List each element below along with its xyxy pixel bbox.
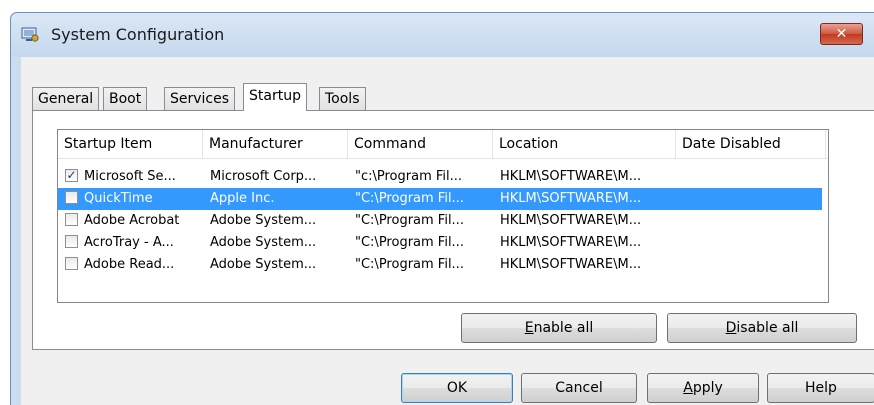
- column-header-location[interactable]: Location: [493, 130, 676, 158]
- apply-button[interactable]: Apply: [647, 373, 759, 403]
- tab-services[interactable]: Services: [164, 87, 236, 110]
- list-item[interactable]: Adobe Read... Adobe System... "C:\Progra…: [58, 254, 822, 276]
- close-button[interactable]: ✕: [820, 23, 863, 45]
- manufacturer-cell: Adobe System...: [210, 213, 317, 228]
- ok-button[interactable]: OK: [401, 373, 513, 403]
- system-configuration-icon: [21, 27, 39, 42]
- column-header-command[interactable]: Command: [348, 130, 493, 158]
- location-cell: HKLM\SOFTWARE\M...: [500, 235, 642, 250]
- list-header: Startup Item Manufacturer Command Locati…: [58, 130, 828, 159]
- column-header-manufacturer[interactable]: Manufacturer: [203, 130, 348, 158]
- startup-items-list[interactable]: Startup Item Manufacturer Command Locati…: [57, 129, 829, 303]
- list-item[interactable]: AcroTray - A... Adobe System... "C:\Prog…: [58, 232, 822, 254]
- manufacturer-cell: Adobe System...: [210, 257, 317, 272]
- tab-startup[interactable]: Startup: [243, 83, 307, 111]
- help-button[interactable]: Help: [767, 373, 874, 403]
- startup-item-checkbox[interactable]: [65, 235, 78, 248]
- close-icon: ✕: [835, 26, 848, 42]
- startup-item-name: QuickTime: [84, 191, 153, 206]
- startup-item-checkbox[interactable]: [65, 213, 78, 226]
- tab-general[interactable]: General: [32, 87, 100, 110]
- startup-item-checkbox[interactable]: [65, 257, 78, 270]
- command-cell: "C:\Program Fil...: [355, 191, 464, 206]
- column-header-date-disabled[interactable]: Date Disabled: [676, 130, 826, 158]
- startup-item-name: Adobe Acrobat: [84, 213, 180, 228]
- column-header-startup-item[interactable]: Startup Item: [58, 130, 203, 158]
- manufacturer-cell: Apple Inc.: [210, 191, 275, 206]
- enable-all-button[interactable]: Enable all: [461, 313, 657, 343]
- startup-item-name: AcroTray - A...: [84, 235, 174, 250]
- cancel-button[interactable]: Cancel: [521, 373, 637, 403]
- list-item-selected[interactable]: QuickTime Apple Inc. "C:\Program Fil... …: [58, 188, 822, 210]
- check-icon: ✓: [66, 168, 77, 182]
- location-cell: HKLM\SOFTWARE\M...: [500, 213, 642, 228]
- system-configuration-window: System Configuration ✕ General Boot Serv…: [10, 12, 874, 405]
- command-cell: "c:\Program Fil...: [355, 169, 463, 184]
- command-cell: "C:\Program Fil...: [355, 235, 464, 250]
- startup-item-name: Adobe Read...: [84, 257, 175, 272]
- dialog-client-area: General Boot Services Startup Tools Star…: [21, 57, 874, 405]
- command-cell: "C:\Program Fil...: [355, 213, 464, 228]
- location-cell: HKLM\SOFTWARE\M...: [500, 257, 642, 272]
- startup-item-checkbox[interactable]: ✓: [65, 169, 78, 182]
- window-title: System Configuration: [51, 25, 225, 44]
- manufacturer-cell: Adobe System...: [210, 235, 317, 250]
- disable-all-button[interactable]: Disable all: [667, 313, 857, 343]
- list-item[interactable]: ✓ Microsoft Se... Microsoft Corp... "c:\…: [58, 166, 822, 188]
- location-cell: HKLM\SOFTWARE\M...: [500, 169, 642, 184]
- location-cell: HKLM\SOFTWARE\M...: [500, 191, 642, 206]
- tab-tools[interactable]: Tools: [319, 87, 366, 110]
- startup-item-name: Microsoft Se...: [84, 169, 176, 184]
- title-bar[interactable]: System Configuration ✕: [11, 13, 874, 57]
- command-cell: "C:\Program Fil...: [355, 257, 464, 272]
- list-item[interactable]: Adobe Acrobat Adobe System... "C:\Progra…: [58, 210, 822, 232]
- tab-boot[interactable]: Boot: [103, 87, 148, 110]
- manufacturer-cell: Microsoft Corp...: [210, 169, 317, 184]
- startup-item-checkbox[interactable]: [65, 191, 78, 204]
